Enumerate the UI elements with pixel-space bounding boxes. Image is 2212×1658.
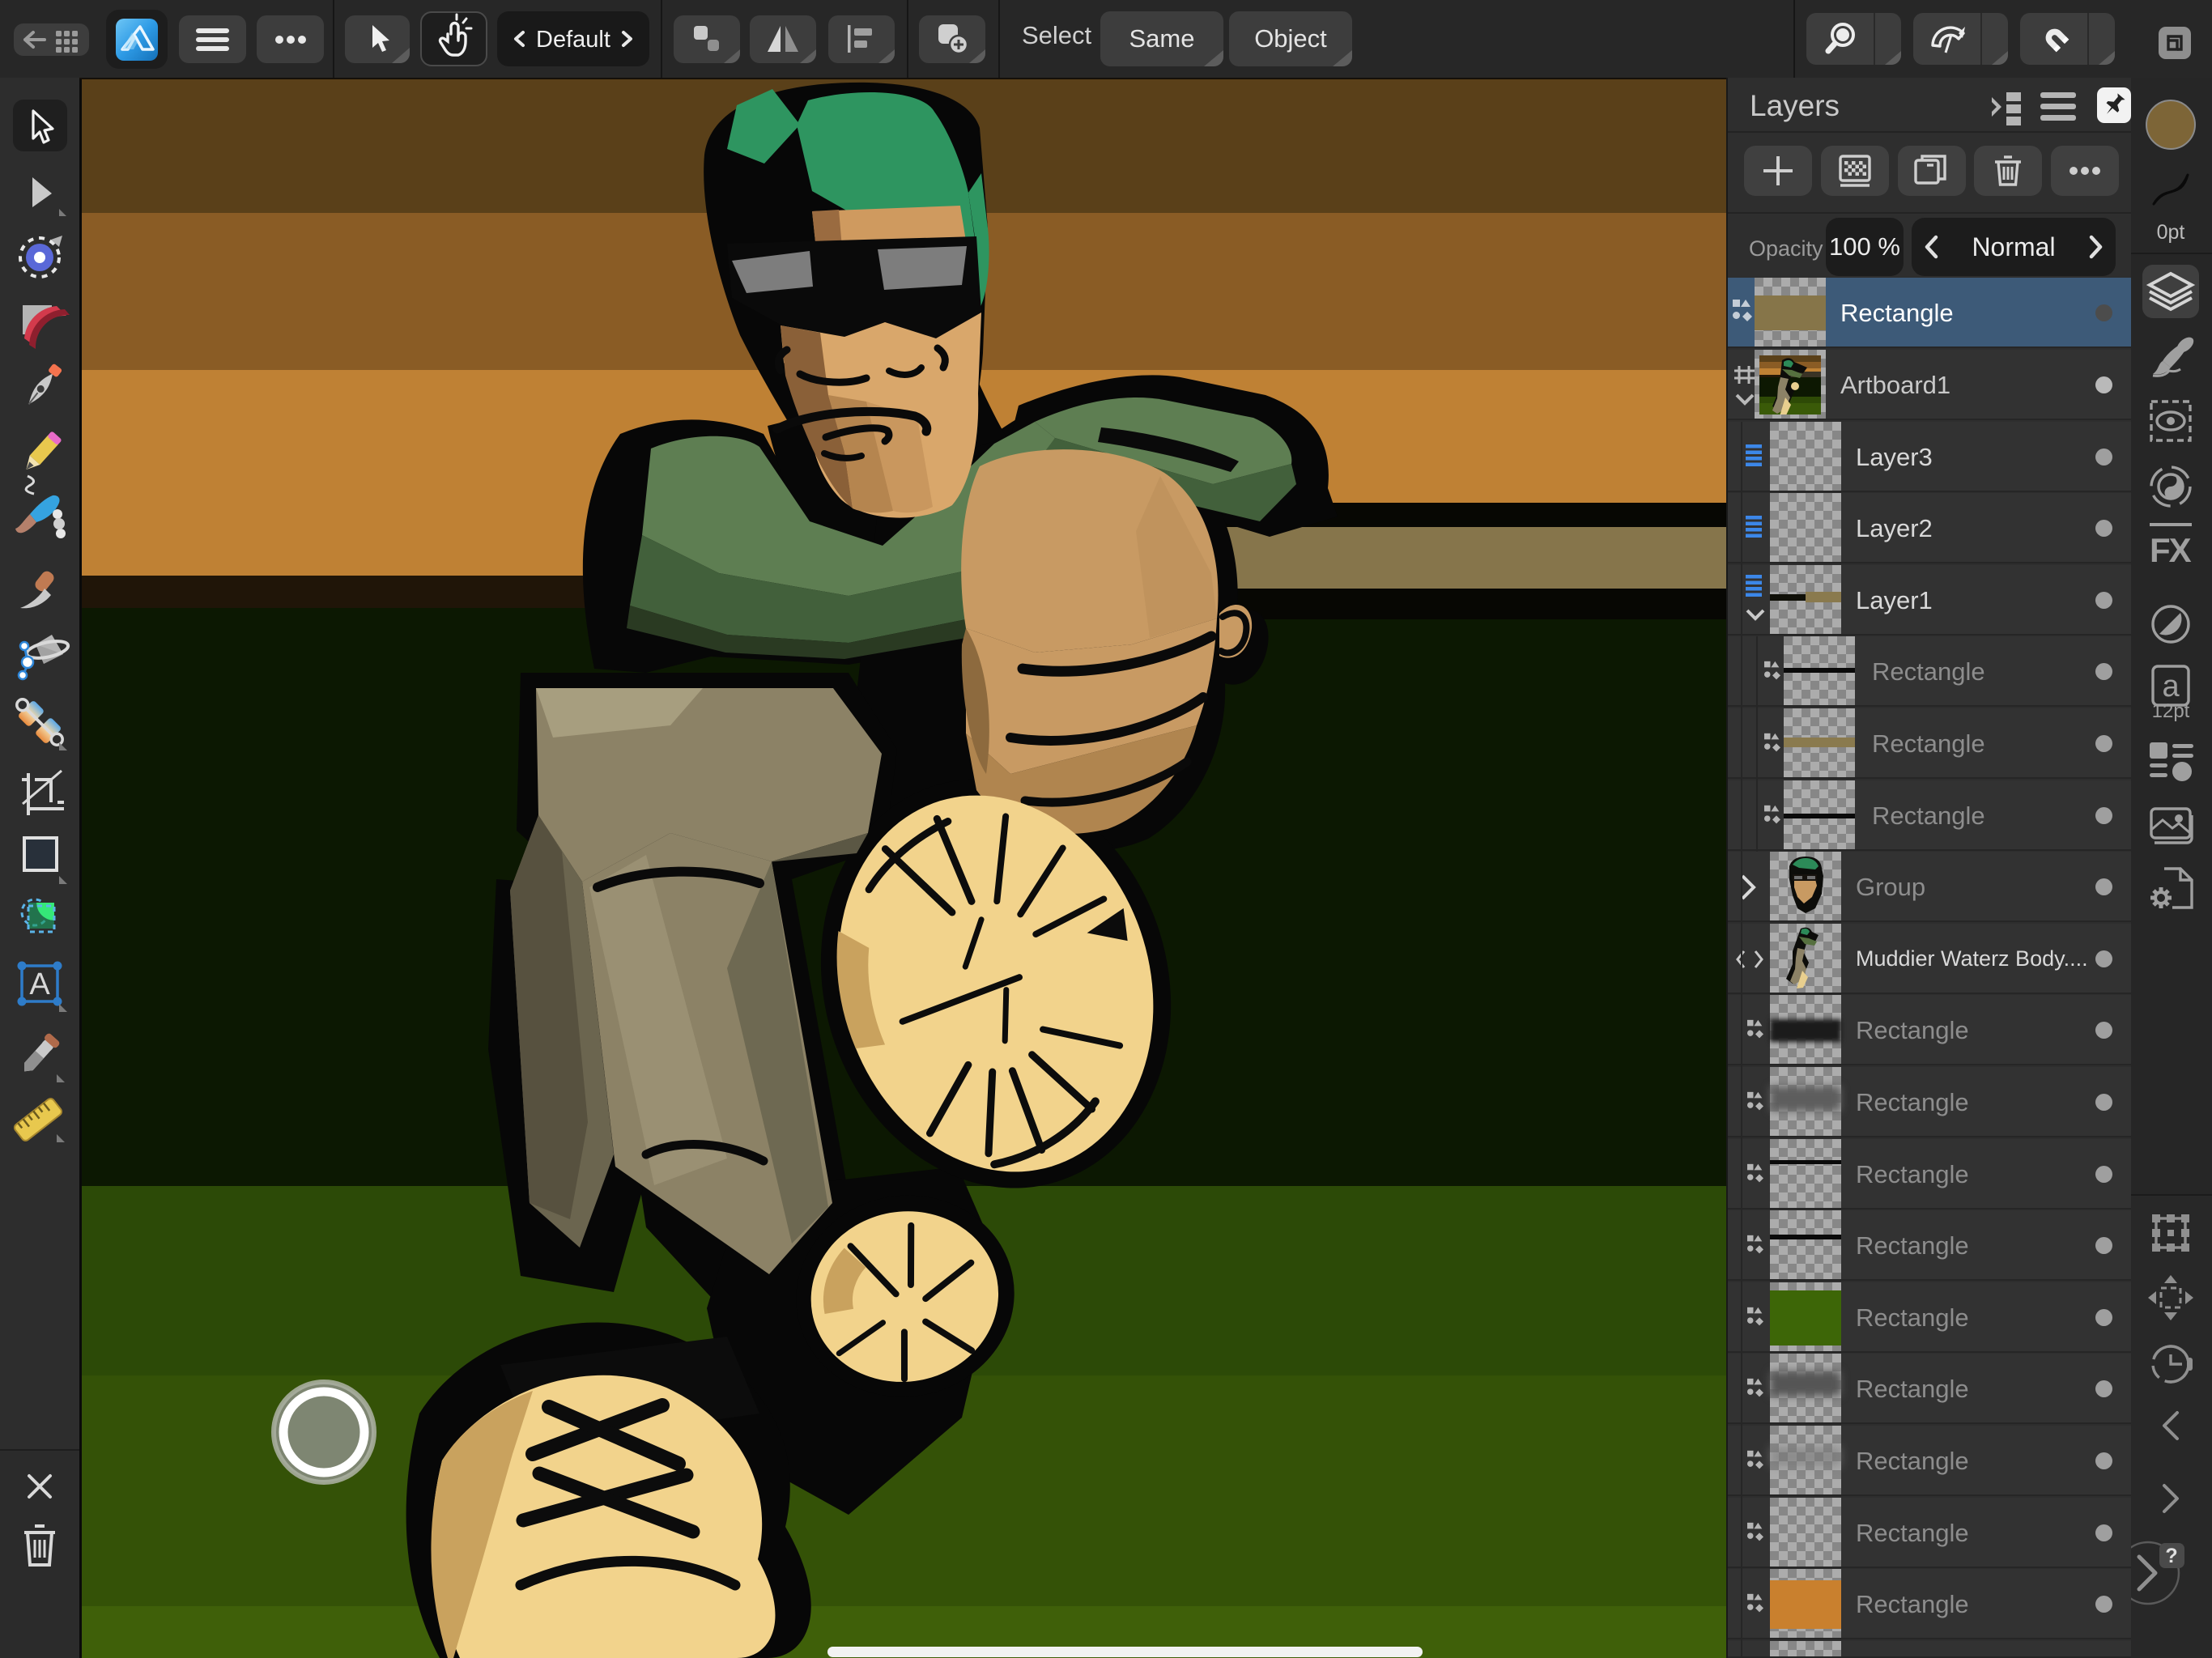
svg-text:Normal: Normal <box>1972 232 2055 261</box>
svg-text:12pt: 12pt <box>2152 700 2190 722</box>
svg-text:a: a <box>2162 670 2180 704</box>
svg-text:?: ? <box>2165 1545 2177 1567</box>
svg-text:A: A <box>29 967 50 1001</box>
svg-text:Default: Default <box>536 27 610 53</box>
svg-text:FX: FX <box>2150 531 2192 569</box>
svg-text:0pt: 0pt <box>2157 221 2185 244</box>
